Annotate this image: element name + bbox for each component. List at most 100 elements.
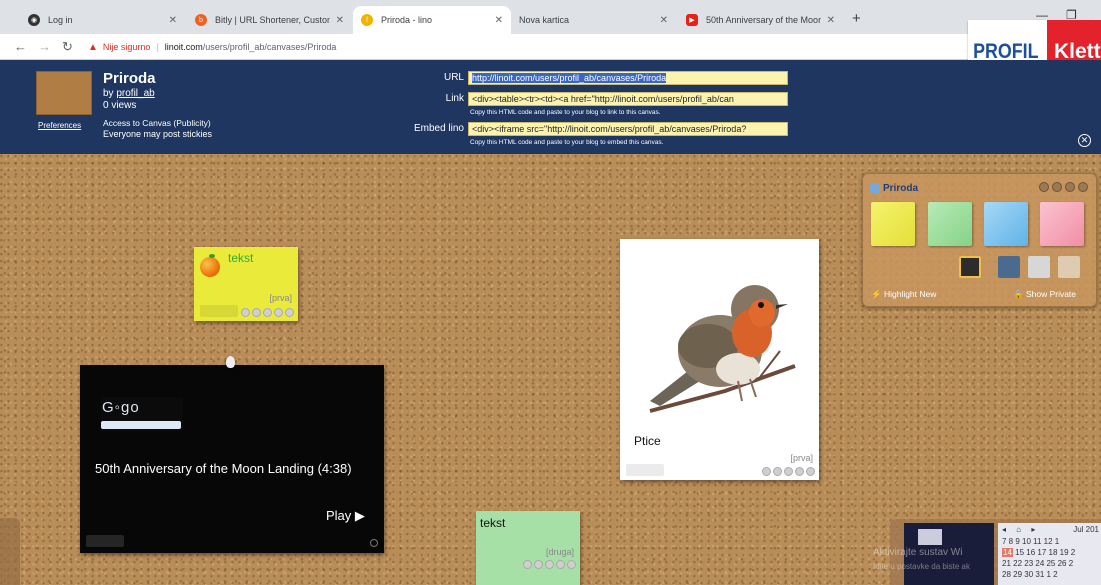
green-sticky-swatch[interactable] <box>928 202 972 246</box>
play-button[interactable]: Play ▶ <box>326 508 365 524</box>
close-icon[interactable]: ✕ <box>495 15 503 26</box>
history-icon[interactable] <box>1052 182 1062 192</box>
close-icon[interactable]: ✕ <box>660 15 668 26</box>
pushpin-icon <box>226 356 235 368</box>
tab-log-in[interactable]: ◉ Log in ✕ <box>20 6 185 34</box>
github-icon: ◉ <box>28 14 40 26</box>
calendar-header: ◂ ⌂ ▸ Jul 201 <box>998 525 1101 534</box>
calendar-day[interactable]: 14 <box>1002 548 1013 557</box>
owner-link[interactable]: profil_ab <box>116 88 154 99</box>
canvas-icon <box>870 183 880 193</box>
palette-title: Priroda <box>883 183 919 194</box>
bitly-icon: b <box>195 14 207 26</box>
calendar[interactable]: ◂ ⌂ ▸ Jul 201 7 8 9 10 11 12 1 14 15 16 … <box>998 523 1101 585</box>
attachment-tool-icon[interactable] <box>1028 256 1050 278</box>
delete-icon[interactable] <box>806 467 815 476</box>
sticky-palette[interactable]: Priroda ⚡ Highlight New 🔒 Show Private <box>862 173 1097 307</box>
yellow-sticky[interactable]: tekst [prva] <box>194 247 298 321</box>
canvas-url-field[interactable]: http://linoit.com/users/profil_ab/canvas… <box>468 71 788 85</box>
pink-sticky-swatch[interactable] <box>1040 202 1084 246</box>
show-private-link[interactable]: 🔒 Show Private <box>1013 289 1076 300</box>
address-bar: ← → ↻ ▲ Nije sigurno | linoit.com /users… <box>0 34 1101 60</box>
calendar-week: 21 22 23 24 25 26 2 <box>1002 559 1074 568</box>
sticky-author: [druga] <box>545 547 574 557</box>
close-icon[interactable]: ✕ <box>1078 134 1091 147</box>
tab-priroda-lino[interactable]: l Priroda - lino ✕ <box>353 6 511 34</box>
delete-icon[interactable] <box>567 560 576 569</box>
canvas-owner: by profil_ab <box>103 88 155 99</box>
reload-icon[interactable]: ↻ <box>62 39 73 55</box>
sticky-controls[interactable] <box>762 467 815 476</box>
calendar-week: 7 8 9 10 11 12 1 <box>1002 537 1060 546</box>
help-icon[interactable] <box>1065 182 1075 192</box>
peel-icon[interactable] <box>556 560 565 569</box>
info-icon[interactable] <box>263 308 272 317</box>
tab-nova-kartica[interactable]: Nova kartica ✕ <box>511 6 676 34</box>
close-icon[interactable]: ✕ <box>336 15 344 26</box>
cork-canvas[interactable]: tekst [prva] G◦go 50th Anniversary of th… <box>0 154 1101 585</box>
warning-icon: ▲ <box>88 41 98 53</box>
delete-icon[interactable] <box>285 308 294 317</box>
edit-icon[interactable] <box>523 560 532 569</box>
sticky-author: [prva] <box>790 453 813 463</box>
lino-watermark <box>200 305 238 317</box>
blue-sticky-swatch[interactable] <box>984 202 1028 246</box>
photo-caption: Ptice <box>634 434 661 448</box>
link-code-field[interactable]: <div><table><tr><td><a href="http://lino… <box>468 92 788 106</box>
peel-icon[interactable] <box>795 467 804 476</box>
close-icon[interactable]: ✕ <box>827 15 835 26</box>
photo-sticky[interactable]: Ptice [prva] <box>620 239 819 480</box>
video-sticky[interactable]: G◦go 50th Anniversary of the Moon Landin… <box>80 365 384 553</box>
lino-watermark <box>626 464 664 476</box>
photo-tool-icon[interactable] <box>959 256 981 278</box>
tab-moon-landing[interactable]: ▶ 50th Anniversary of the Moon La ✕ <box>678 6 843 34</box>
tab-bitly[interactable]: b Bitly | URL Shortener, Custom Lin ✕ <box>187 6 352 34</box>
color-icon[interactable] <box>534 560 543 569</box>
resize-icon[interactable] <box>370 539 378 547</box>
windows-activation-hint: Idite u postavke da biste ak <box>873 562 970 571</box>
power-icon[interactable] <box>1078 182 1088 192</box>
back-icon[interactable]: ← <box>14 39 27 54</box>
lino-icon: l <box>361 14 373 26</box>
edit-icon[interactable] <box>241 308 250 317</box>
canvas-header: Preferences Priroda by profil_ab 0 views… <box>0 60 1101 154</box>
doodle-moon-surface <box>101 421 181 429</box>
calendar-week: 28 29 30 31 1 2 <box>1002 570 1058 579</box>
peel-icon[interactable] <box>274 308 283 317</box>
youtube-icon: ▶ <box>686 14 698 26</box>
forward-icon[interactable]: → <box>38 39 51 54</box>
embed-code-field[interactable]: <div><iframe src="http://linoit.com/user… <box>468 122 788 136</box>
info-icon[interactable] <box>545 560 554 569</box>
home-icon[interactable]: ⌂ <box>1016 525 1021 534</box>
embed-hint: Copy this HTML code and paste to your bl… <box>470 139 664 146</box>
separator: | <box>156 42 159 52</box>
blank-tool-icon[interactable] <box>1058 256 1080 278</box>
google-doodle-thumbnail[interactable]: G◦go <box>101 397 183 431</box>
green-sticky[interactable]: tekst [druga] <box>476 511 580 585</box>
url-label: URL <box>443 72 464 83</box>
prev-year-icon[interactable]: ◂ <box>1002 525 1006 534</box>
new-tab-button[interactable]: + <box>852 10 861 27</box>
color-icon[interactable] <box>773 467 782 476</box>
yellow-sticky-swatch[interactable] <box>871 202 915 246</box>
color-icon[interactable] <box>252 308 261 317</box>
video-tool-icon[interactable] <box>998 256 1020 278</box>
security-status: Nije sigurno <box>102 42 151 52</box>
sticky-controls[interactable] <box>241 308 294 317</box>
calendar-month: Jul 201 <box>1073 525 1099 534</box>
url-host: linoit.com <box>164 42 203 52</box>
browser-tab-bar: ◉ Log in ✕ b Bitly | URL Shortener, Cust… <box>0 0 1101 34</box>
tab-label: 50th Anniversary of the Moon La <box>706 15 821 25</box>
preferences-link[interactable]: Preferences <box>38 121 81 130</box>
highlight-new-link[interactable]: ⚡ Highlight New <box>871 289 936 300</box>
doodle-text: G◦go <box>102 399 140 416</box>
edit-icon[interactable] <box>762 467 771 476</box>
info-icon[interactable] <box>784 467 793 476</box>
next-icon[interactable]: ▸ <box>1031 525 1035 534</box>
sticky-controls[interactable] <box>523 560 576 569</box>
close-icon[interactable]: ✕ <box>169 15 177 26</box>
sticky-author: [prva] <box>269 293 292 303</box>
settings-icon[interactable] <box>1039 182 1049 192</box>
left-panel-handle[interactable] <box>0 518 20 585</box>
url-field[interactable]: ▲ Nije sigurno | linoit.com /users/profi… <box>88 38 948 56</box>
